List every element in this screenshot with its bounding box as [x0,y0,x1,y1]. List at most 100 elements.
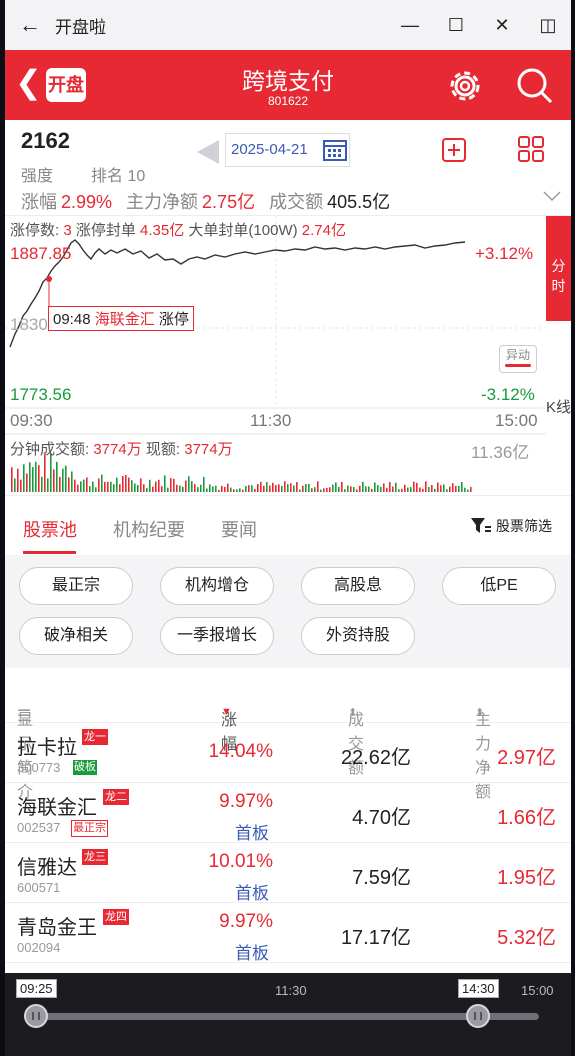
volume-bar [284,481,286,492]
intraday-chart[interactable]: 涨停数: 3 涨停封单 4.35亿 大单封单(100W) 2.74亿 1887.… [5,215,571,495]
table-row[interactable]: 拉卡拉 龙一 300773 破板 14.04% 22.62亿 2.97亿 [5,723,571,783]
volume-bar [140,478,142,492]
volume-bar [380,486,382,492]
net-inflow: 5.32亿 [497,927,556,949]
volume-bar [290,483,292,492]
slider-left-handle[interactable] [24,1004,48,1028]
tab-stock-pool[interactable]: 股票池 [23,516,77,542]
search-icon[interactable] [513,64,557,108]
tag-most-genuine[interactable]: 最正宗 [19,567,133,605]
change-pct: 10.01% [208,851,273,872]
slider-right-handle[interactable] [466,1004,490,1028]
close-icon[interactable]: ✕ [479,15,525,36]
tag-q1-growth[interactable]: 一季报增长 [160,617,274,655]
volume-bar [395,482,397,492]
prev-date-icon[interactable] [197,140,219,164]
volume-bar [176,484,178,492]
volume-bar [203,476,205,492]
volume-bar [446,489,448,492]
volume-bar [134,483,136,492]
volume-bar [80,481,82,492]
volume-bar [23,464,25,492]
volume-bar [299,489,301,492]
vol-now-label: 现额: [145,441,181,458]
volume-bar [257,484,259,492]
volume-bar [302,485,304,492]
volume-bar [26,473,28,492]
sidebar-toggle-icon[interactable]: ◫ [525,15,571,36]
anomaly-toggle[interactable]: 异动 [499,345,537,373]
table-row[interactable]: 信雅达 龙三 600571 10.01% 首板 7.59亿 1.95亿 [5,843,571,903]
volume-bar [44,453,46,492]
time-start-label: 09:30 [10,411,53,430]
volume-bar [308,483,310,492]
volume-bar [92,481,94,492]
tag-low-pe[interactable]: 低PE [442,567,556,605]
gear-icon[interactable] [443,64,487,108]
volume-header: 分钟成交额: 3774万 现额: 3774万 [10,438,233,459]
stock-name: 拉卡拉 [17,737,77,759]
change-pct: 9.97% [219,791,273,812]
minimize-icon[interactable]: — [387,15,433,36]
volume-bar [77,484,79,492]
tag-high-dividend[interactable]: 高股息 [301,567,415,605]
volume-bar [332,484,334,492]
tab-intraday[interactable]: 分时 [546,216,571,321]
volume-bar [374,482,376,492]
tag-below-book[interactable]: 破净相关 [19,617,133,655]
volume-bar [413,481,415,492]
volume-bar [323,488,325,492]
add-watchlist-icon[interactable] [442,138,466,162]
volume-bar [275,485,277,492]
tab-kline[interactable]: K线 [546,398,571,418]
slider-track[interactable] [27,1013,539,1020]
volume-bar [227,483,229,492]
grip-icon [474,1012,482,1020]
table-row[interactable]: 青岛金王 龙四 002094 9.97% 首板 17.17亿 5.32亿 [5,903,571,963]
turnover-amount: 22.62亿 [340,747,411,769]
volume-bar [14,478,16,492]
turnover-value: 405.5亿 [327,192,391,212]
volume-bar [368,486,370,492]
volume-bar [437,482,439,492]
volume-bar [458,486,460,492]
volume-bar [122,475,124,492]
grid-layout-icon[interactable] [518,136,544,162]
tag-foreign-holding[interactable]: 外资持股 [301,617,415,655]
volume-bar [455,485,457,492]
rank-label: 排名 10 [91,168,146,185]
volume-bar [101,474,103,492]
tooltip-stock: 海联金汇 [94,311,155,328]
tab-news[interactable]: 要闻 [221,516,257,542]
back-arrow-icon[interactable]: ← [5,12,55,38]
time-range-slider[interactable]: 09:25 11:30 14:30 15:00 [5,973,571,1056]
sort-desc-icon: ▼ [221,706,232,718]
volume-bar [248,485,250,492]
volume-bar [149,479,151,492]
volume-bar [233,489,235,492]
volume-bar [254,488,256,492]
volume-bar [173,478,175,492]
pct-low-label: -3.12% [481,385,535,404]
table-row[interactable]: 海联金汇 龙二 002537 最正宗 9.97% 首板 4.70亿 1.66亿 [5,783,571,843]
chevron-down-icon[interactable] [543,190,561,202]
stock-filter-button[interactable]: 股票筛选 [470,516,552,536]
limit-stats: 涨停数: 3 涨停封单 4.35亿 大单封单(100W) 2.74亿 [10,219,346,240]
volume-bar [425,481,427,492]
volume-bar [338,486,340,492]
seal-value: 4.35亿 [140,222,185,239]
tag-institution-increase[interactable]: 机构增仓 [160,567,274,605]
volume-bar [146,487,148,492]
volume-bar [65,465,67,492]
calendar-icon[interactable] [323,139,347,161]
slider-handle-label: 14:30 [458,979,499,998]
volume-bar [17,468,19,492]
sort-icon: ⬍ [348,707,358,719]
maximize-icon[interactable]: ☐ [433,15,479,36]
time-end-label: 15:00 [495,411,538,430]
tab-institution-notes[interactable]: 机构纪要 [113,516,185,542]
volume-bar [161,486,163,492]
volume-bar [56,461,58,492]
volume-bar [35,461,37,492]
volume-bar [311,488,313,492]
